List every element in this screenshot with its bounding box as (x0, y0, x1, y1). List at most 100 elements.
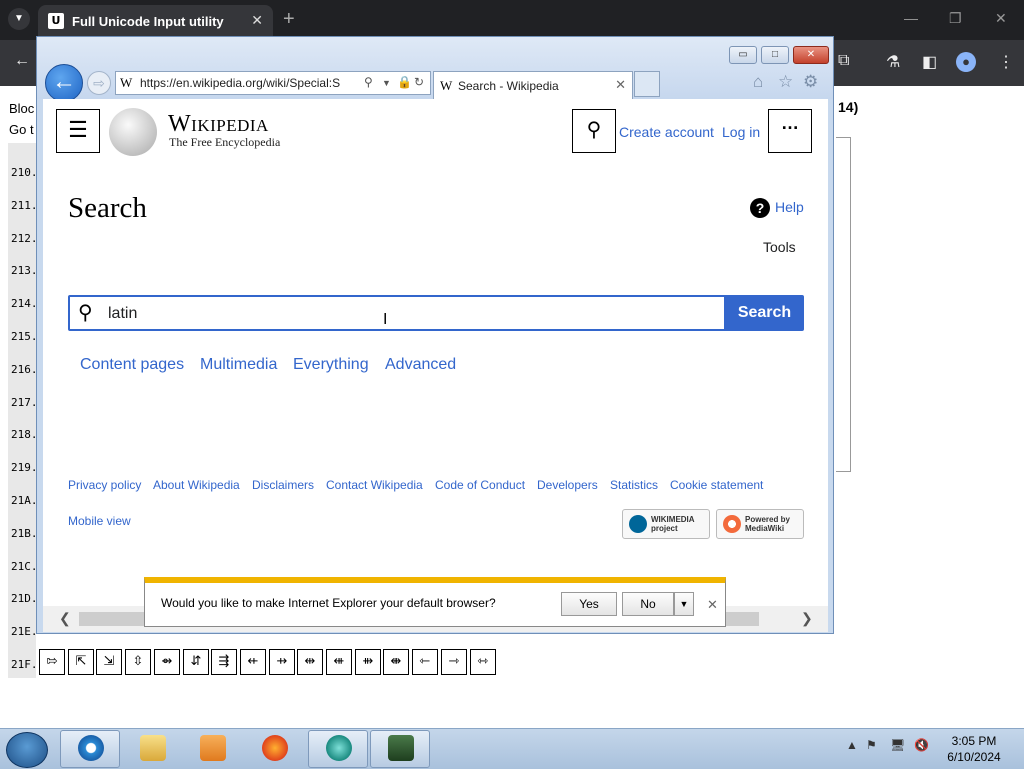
ie-maximize-icon[interactable]: □ (761, 46, 789, 64)
scroll-right-icon[interactable]: ❯ (801, 610, 813, 627)
no-button[interactable]: No (622, 592, 674, 616)
unicode-char-cell[interactable]: ⇿ (470, 649, 496, 675)
taskbar-clock[interactable]: 3:05 PM 6/10/2024 (942, 733, 1006, 765)
taskbar-app-green[interactable] (308, 730, 368, 768)
unicode-char-cell[interactable]: ⇱ (68, 649, 94, 675)
row-label: 21D. (11, 592, 38, 605)
ie-refresh-icon[interactable]: ↻ (414, 75, 424, 89)
taskbar-media-player[interactable] (182, 730, 242, 768)
unicode-char-cell[interactable]: ⇶ (211, 649, 237, 675)
taskbar-terminal[interactable] (370, 730, 430, 768)
filter-multimedia[interactable]: Multimedia (200, 356, 277, 374)
footer-about-wikipedia[interactable]: About Wikipedia (153, 478, 240, 492)
volume-muted-icon[interactable]: 🔇 (914, 738, 929, 752)
scroll-left-icon[interactable]: ❮ (59, 610, 71, 627)
header-search-icon[interactable]: ⚲ (572, 109, 616, 153)
footer-cookie-statement[interactable]: Cookie statement (670, 478, 763, 492)
close-window-icon[interactable]: ✕ (995, 10, 1007, 27)
extensions-icon[interactable]: ⧉ (838, 52, 849, 70)
ie-tools-gear-icon[interactable]: ⚙ (803, 72, 818, 92)
unicode-char-cell[interactable]: ⇲ (96, 649, 122, 675)
profile-avatar-icon[interactable]: ● (956, 52, 976, 72)
unicode-char-cell[interactable]: ⇷ (240, 649, 266, 675)
create-account-link[interactable]: Create account (619, 124, 714, 140)
ie-forward-icon[interactable]: ⇨ (87, 71, 111, 95)
close-tab-icon[interactable]: ✕ (251, 12, 263, 29)
unicode-favicon-icon: U (48, 13, 64, 29)
restore-icon[interactable]: ❐ (949, 10, 962, 27)
wikimedia-project-badge[interactable]: WIKIMEDIA project (622, 509, 710, 539)
taskbar-internet-explorer[interactable] (60, 730, 120, 768)
wikipedia-globe-logo[interactable] (109, 108, 157, 156)
footer-mobile-view[interactable]: Mobile view (68, 514, 131, 528)
unicode-char-cell[interactable]: ⇼ (383, 649, 409, 675)
labs-flask-icon[interactable]: ⚗ (886, 52, 900, 72)
minimize-icon[interactable]: — (904, 10, 918, 26)
taskbar-firefox[interactable] (244, 730, 304, 768)
page-title: Search (68, 192, 147, 224)
no-dropdown-icon[interactable]: ▼ (674, 592, 694, 616)
unicode-char-cell[interactable]: ⇹ (297, 649, 323, 675)
footer-disclaimers[interactable]: Disclaimers (252, 478, 314, 492)
menu-dots-icon[interactable]: ⋮ (998, 52, 1014, 72)
internet-explorer-icon (78, 735, 104, 761)
side-panel-icon[interactable]: ◧ (922, 52, 937, 72)
ie-tab-close-icon[interactable]: ✕ (615, 77, 626, 93)
ie-new-tab-button[interactable] (634, 71, 660, 97)
tab-search-dropdown-icon[interactable]: ▼ (8, 8, 30, 30)
filter-advanced[interactable]: Advanced (385, 356, 456, 374)
wikipedia-wordmark[interactable]: Wikipedia (168, 111, 269, 138)
ie-home-icon[interactable]: ⌂ (753, 72, 763, 92)
ie-lock-icon[interactable]: 🔒 (397, 75, 412, 89)
ie-close-icon[interactable]: ✕ (793, 46, 829, 64)
start-button-windows-icon[interactable] (6, 732, 48, 768)
new-tab-icon[interactable]: + (283, 8, 295, 31)
unicode-char-cell[interactable]: ⇳ (125, 649, 151, 675)
default-browser-notification: Would you like to make Internet Explorer… (144, 577, 726, 627)
ie-minimize-icon[interactable]: ▭ (729, 46, 757, 64)
wikipedia-w-icon: W (440, 78, 453, 93)
action-center-flag-icon[interactable]: ⚑ (866, 738, 877, 752)
notification-close-icon[interactable]: ✕ (707, 597, 718, 613)
footer-developers[interactable]: Developers (537, 478, 598, 492)
ie-address-bar[interactable]: W https://en.wikipedia.org/wiki/Special:… (115, 71, 431, 95)
unicode-char-cell[interactable]: ⇾ (441, 649, 467, 675)
filter-content-pages[interactable]: Content pages (80, 356, 184, 374)
log-in-link[interactable]: Log in (722, 124, 760, 140)
unicode-char-cell[interactable]: ⇰ (39, 649, 65, 675)
help-link[interactable]: Help (775, 199, 804, 215)
ie-favorites-star-icon[interactable]: ☆ (778, 72, 793, 92)
unicode-char-cell[interactable]: ⇸ (269, 649, 295, 675)
ie-dropdown-icon[interactable]: ▼ (382, 78, 391, 88)
tools-menu[interactable]: Tools (763, 239, 796, 255)
yes-button[interactable]: Yes (561, 592, 617, 616)
output-textarea[interactable] (836, 137, 851, 472)
ie-search-icon[interactable]: ⚲ (364, 75, 373, 89)
filter-everything[interactable]: Everything (293, 356, 369, 374)
footer-contact-wikipedia[interactable]: Contact Wikipedia (326, 478, 423, 492)
ie-back-icon[interactable]: ← (45, 64, 83, 102)
footer-code-of-conduct[interactable]: Code of Conduct (435, 478, 525, 492)
unicode-char-cell[interactable]: ⇵ (183, 649, 209, 675)
tray-expand-icon[interactable]: ▲ (846, 738, 858, 752)
help-icon[interactable]: ? (750, 198, 770, 218)
search-button[interactable]: Search (725, 295, 804, 331)
unicode-char-cell[interactable]: ⇻ (355, 649, 381, 675)
network-icon[interactable]: 🖥 (890, 738, 905, 752)
wikipedia-page: ☰ Wikipedia The Free Encyclopedia ⚲ Crea… (43, 99, 828, 606)
ie-tab-search-wikipedia[interactable]: W Search - Wikipedia ✕ (433, 71, 633, 99)
ie-address-url[interactable]: https://en.wikipedia.org/wiki/Special:Se… (140, 76, 340, 90)
search-field[interactable]: ⚲ (68, 295, 726, 331)
unicode-char-cell[interactable]: ⇴ (154, 649, 180, 675)
footer-privacy-policy[interactable]: Privacy policy (68, 478, 141, 492)
main-menu-icon[interactable]: ☰ (56, 109, 100, 153)
taskbar-file-explorer[interactable] (122, 730, 182, 768)
powered-by-mediawiki-badge[interactable]: Powered by MediaWiki (716, 509, 804, 539)
unicode-char-cell[interactable]: ⇺ (326, 649, 352, 675)
chrome-tab[interactable]: U Full Unicode Input utility ✕ (38, 5, 273, 40)
footer-statistics[interactable]: Statistics (610, 478, 658, 492)
more-options-icon[interactable]: … (768, 109, 812, 153)
back-arrow-icon[interactable]: ← (14, 52, 30, 70)
search-input[interactable] (106, 300, 710, 328)
unicode-char-cell[interactable]: ⇽ (412, 649, 438, 675)
